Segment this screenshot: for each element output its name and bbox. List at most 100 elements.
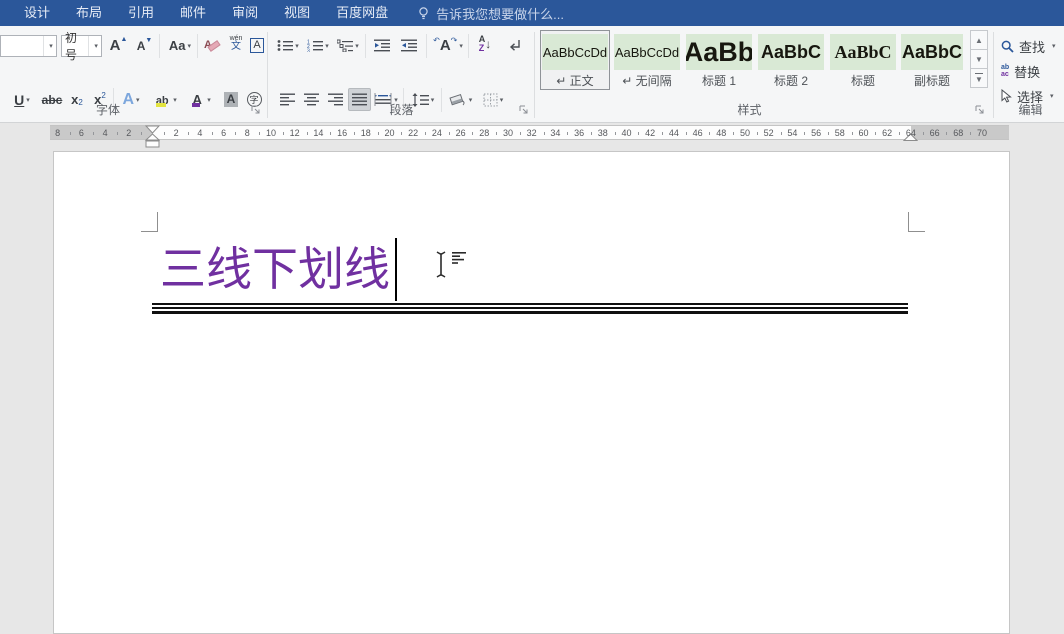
ruler-tick — [923, 132, 924, 135]
ruler-tick — [496, 132, 497, 135]
ruler-number: 40 — [621, 127, 631, 139]
ruler-number: 4 — [103, 127, 108, 139]
ruler-number: 14 — [313, 127, 323, 139]
show-hide-marks-button[interactable] — [503, 34, 527, 57]
numbering-button[interactable]: 123 ▾ — [304, 34, 332, 57]
ruler-tick — [781, 132, 782, 135]
style-normal[interactable]: AaBbCcDd ↵ 正文 — [540, 30, 610, 90]
phonetic-guide-button[interactable]: wén 文 — [225, 32, 247, 55]
ruler-tick — [662, 132, 663, 135]
character-shading-button[interactable]: A — [221, 88, 241, 111]
ruler-tick — [733, 132, 734, 135]
ruler-number: 66 — [930, 127, 940, 139]
ruler-tick — [354, 132, 355, 135]
font-size-combobox[interactable]: 初号 ▾ — [61, 35, 102, 57]
chevron-down-icon[interactable]: ▾ — [43, 36, 56, 56]
tab-mailings[interactable]: 邮件 — [167, 0, 219, 26]
style-heading2[interactable]: AaBbC 标题 2 — [756, 30, 826, 90]
clear-formatting-button[interactable]: A — [201, 34, 223, 57]
hanging-indent-marker[interactable] — [145, 133, 160, 149]
ruler-number: 6 — [221, 127, 226, 139]
style-no-spacing[interactable]: AaBbCcDd ↵ 无间隔 — [612, 30, 682, 90]
ruler-tick — [686, 132, 687, 135]
ruler-tick — [757, 132, 758, 135]
ruler-number: 2 — [174, 127, 179, 139]
bullets-button[interactable]: ▾ — [274, 34, 302, 57]
ruler-tick — [283, 132, 284, 135]
paragraph-group-label: 段落 — [270, 101, 533, 118]
ruler-number: 8 — [245, 127, 250, 139]
character-border-button[interactable]: A — [248, 34, 266, 57]
editing-group: 查找 ▾ ab ac 替换 选择 ▾ 编辑 — [997, 26, 1064, 122]
ruler-number: 64 — [906, 127, 916, 139]
ruler-tick — [378, 132, 379, 135]
click-and-type-align-icon — [452, 252, 470, 266]
ruler-tick — [188, 132, 189, 135]
styles-scroll-down-button[interactable]: ▼ — [970, 49, 988, 69]
ruler-tick — [164, 132, 165, 135]
ruler-tick — [259, 132, 260, 135]
styles-dialog-launcher-icon[interactable] — [975, 105, 987, 117]
ruler-tick — [235, 132, 236, 135]
ruler-number: 36 — [574, 127, 584, 139]
document-page[interactable]: 三线下划线 — [53, 151, 1010, 634]
styles-more-button[interactable]: ▼ — [970, 68, 988, 88]
tab-review[interactable]: 审阅 — [219, 0, 271, 26]
paragraph-dialog-launcher-icon[interactable] — [519, 105, 531, 117]
styles-group: AaBbCcDd ↵ 正文 AaBbCcDd ↵ 无间隔 AaBb 标题 1 A… — [537, 26, 992, 122]
style-subtitle[interactable]: AaBbC 副标题 — [900, 30, 964, 90]
font-name-combobox[interactable]: ▾ — [0, 35, 57, 57]
styles-scroll-up-button[interactable]: ▲ — [970, 30, 988, 50]
increase-indent-button[interactable] — [397, 34, 422, 57]
sort-button[interactable]: A Z ↓ — [472, 32, 498, 55]
replace-button[interactable]: ab ac 替换 — [1001, 60, 1040, 82]
decrease-indent-button[interactable] — [370, 34, 395, 57]
find-button[interactable]: 查找 ▾ — [1001, 35, 1056, 57]
multilevel-list-button[interactable]: ▾ — [334, 34, 362, 57]
style-title[interactable]: AaBbC 标题 — [828, 30, 898, 90]
ruler-left-margin — [50, 126, 152, 139]
font-size-value: 初号 — [62, 29, 88, 63]
ruler-number: 26 — [456, 127, 466, 139]
document-text[interactable]: 三线下划线 — [160, 244, 390, 295]
style-name: 标题 1 — [702, 72, 736, 89]
tab-design[interactable]: 设计 — [11, 0, 63, 26]
ruler-tick — [472, 132, 473, 135]
ibeam-cursor — [435, 250, 447, 279]
ruler-number: 12 — [290, 127, 300, 139]
ruler-number: 34 — [550, 127, 560, 139]
grow-font-button[interactable]: A ▲ — [107, 34, 130, 57]
ruler-number: 4 — [197, 127, 202, 139]
horizontal-ruler[interactable]: 8642246810121416182022242628303234363840… — [50, 125, 1009, 140]
chevron-down-icon[interactable]: ▾ — [88, 36, 101, 56]
word-window: 设计 布局 引用 邮件 审阅 视图 百度网盘 告诉我您想要做什么... ▾ — [0, 0, 1064, 634]
ruler-number: 44 — [669, 127, 679, 139]
tab-view[interactable]: 视图 — [271, 0, 323, 26]
style-heading1[interactable]: AaBb 标题 1 — [684, 30, 754, 90]
triple-underline — [152, 303, 908, 314]
ruler-number: 60 — [858, 127, 868, 139]
ruler-tick — [117, 132, 118, 135]
ruler-tick — [567, 132, 568, 135]
shrink-font-button[interactable]: A ▼ — [133, 34, 156, 57]
ruler-number: 68 — [953, 127, 963, 139]
tab-baidu-netdisk[interactable]: 百度网盘 — [323, 0, 401, 26]
font-dialog-launcher-icon[interactable] — [251, 105, 263, 117]
change-case-button[interactable]: Aa ▾ — [164, 34, 196, 57]
asian-layout-button[interactable]: ↶ A ↷ ▾ — [430, 34, 466, 57]
ruler-number: 54 — [787, 127, 797, 139]
ruler-tick — [615, 132, 616, 135]
ruler-tick — [875, 132, 876, 135]
tab-references[interactable]: 引用 — [115, 0, 167, 26]
style-name: 副标题 — [914, 72, 950, 89]
svg-text:3: 3 — [307, 49, 310, 53]
text-caret — [395, 238, 397, 301]
ruler-number: 46 — [693, 127, 703, 139]
ruler-number: 24 — [432, 127, 442, 139]
tell-me-box[interactable]: 告诉我您想要做什么... — [417, 4, 564, 23]
tab-layout[interactable]: 布局 — [63, 0, 115, 26]
ruler-number: 8 — [55, 127, 60, 139]
styles-group-label: 样式 — [537, 101, 962, 118]
ruler-number: 10 — [266, 127, 276, 139]
font-group-label: 字体 — [0, 101, 216, 118]
